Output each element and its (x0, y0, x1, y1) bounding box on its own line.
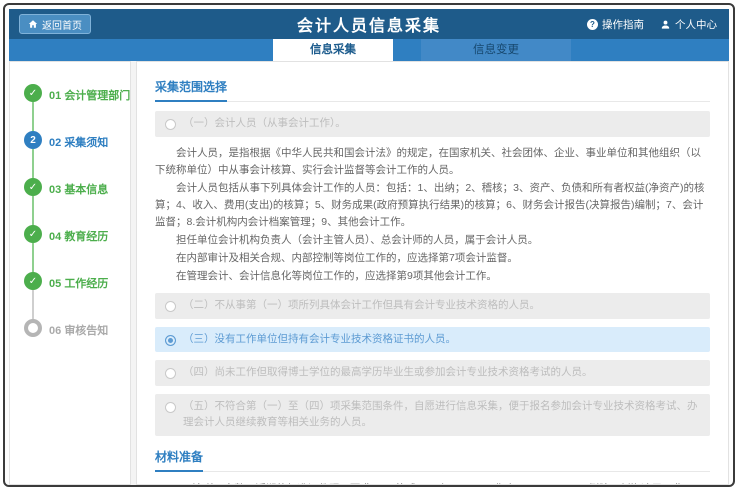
scope-section-title: 采集范围选择 (155, 78, 710, 102)
scope-option-2-label: （二）不从事第（一）项所列具体会计工作但具有会计专业技术资格的人员。 (183, 298, 540, 314)
step-list: ✓ 01 会计管理部门 2 02 采集须知 ✓ 03 基本信息 ✓ 04 教育经… (10, 62, 130, 366)
check-icon: ✓ (24, 178, 42, 196)
materials-section-title: 材料准备 (155, 448, 710, 472)
step-label: 审核告知 (64, 325, 108, 337)
radio-icon (165, 301, 176, 312)
scope-option-4-label: （四）尚未工作但取得博士学位的最高学历毕业生或参加会计专业技术资格考试的人员。 (183, 365, 593, 381)
step-number: 06 (49, 325, 61, 337)
home-button-label: 返回首页 (42, 17, 82, 32)
scope-option-5[interactable]: （五）不符合第（一）至（四）项采集范围条件，自愿进行信息采集，便于报名参加会计专… (155, 394, 710, 436)
step-label: 教育经历 (64, 231, 108, 243)
step-number-badge: 2 (24, 131, 42, 149)
step-number: 04 (49, 231, 61, 243)
step-label: 采集须知 (64, 137, 108, 149)
top-right-links: 操作指南 个人中心 (587, 17, 729, 32)
step-label: 基本信息 (64, 184, 108, 196)
step-number: 01 (49, 90, 61, 102)
personal-center-label: 个人中心 (675, 17, 717, 32)
scope-option-5-label: （五）不符合第（一）至（四）项采集范围条件，自愿进行信息采集，便于报名参加会计专… (183, 399, 700, 431)
home-button[interactable]: 返回首页 (19, 14, 91, 34)
step-number: 05 (49, 278, 61, 290)
radio-icon (165, 402, 176, 413)
radio-icon (165, 119, 176, 130)
scope-option-1[interactable]: （一）会计人员（从事会计工作）。 (155, 111, 710, 137)
radio-selected-icon (165, 335, 176, 346)
scope-paragraph: 会计人员，是指根据《中华人民共和国会计法》的规定，在国家机关、社会团体、企业、事… (155, 145, 710, 179)
content-area: ✓ 01 会计管理部门 2 02 采集须知 ✓ 03 基本信息 ✓ 04 教育经… (9, 61, 729, 485)
guide-link[interactable]: 操作指南 (587, 17, 644, 32)
tab-info-change[interactable]: 信息变更 (421, 39, 571, 61)
home-icon (28, 19, 38, 29)
pending-circle-icon (24, 319, 42, 337)
tab-info-collection[interactable]: 信息采集 (273, 39, 393, 61)
steps-sidebar: ✓ 01 会计管理部门 2 02 采集须知 ✓ 03 基本信息 ✓ 04 教育经… (9, 61, 131, 485)
tab-bar: 信息采集 信息变更 (9, 39, 729, 61)
step-label: 会计管理部门 (64, 90, 130, 102)
guide-link-label: 操作指南 (602, 17, 644, 32)
top-bar: 返回首页 会计人员信息采集 操作指南 个人中心 (9, 9, 729, 39)
sidebar-step-review-notice[interactable]: 06 审核告知 (24, 319, 130, 366)
user-icon (660, 19, 671, 30)
scope-paragraph: 会计人员包括从事下列具体会计工作的人员：包括：1、出纳；2、稽核；3、资产、负债… (155, 180, 710, 231)
radio-icon (165, 368, 176, 379)
sidebar-step-basic-info[interactable]: ✓ 03 基本信息 (24, 178, 130, 225)
scope-option-2[interactable]: （二）不从事第（一）项所列具体会计工作但具有会计专业技术资格的人员。 (155, 293, 710, 319)
app-window: 返回首页 会计人员信息采集 操作指南 个人中心 信息采集 信息变更 (3, 3, 735, 487)
scope-option-3-label: （三）没有工作单位但持有会计专业技术资格证书的人员。 (183, 332, 456, 348)
scope-paragraph: 在管理会计、会计信息化等岗位工作的，应选择第9项其他会计工作。 (155, 268, 710, 285)
question-icon (587, 19, 598, 30)
check-icon: ✓ (24, 84, 42, 102)
step-label: 工作经历 (64, 278, 108, 290)
sidebar-step-collection-notice[interactable]: 2 02 采集须知 (24, 131, 130, 178)
step-number: 03 (49, 184, 61, 196)
sidebar-step-work-history[interactable]: ✓ 05 工作经历 (24, 272, 130, 319)
scope-option-4[interactable]: （四）尚未工作但取得博士学位的最高学历毕业生或参加会计专业技术资格考试的人员。 (155, 360, 710, 386)
check-icon: ✓ (24, 225, 42, 243)
scope-paragraph: 在内部审计及相关合规、内部控制等岗位工作的，应选择第7项会计监督。 (155, 250, 710, 267)
scope-option-3[interactable]: （三）没有工作单位但持有会计专业技术资格证书的人员。 (155, 327, 710, 353)
main-panel: 采集范围选择 （一）会计人员（从事会计工作）。 会计人员，是指根据《中华人民共和… (136, 61, 729, 485)
scope-option-1-label: （一）会计人员（从事会计工作）。 (183, 116, 346, 132)
material-item: 1、清晰、完整、近期的标准证件照，要求：jpg格式，不小于10KB，像素>=29… (155, 481, 710, 486)
step-number: 02 (49, 137, 61, 149)
scope-paragraph: 担任单位会计机构负责人（会计主管人员）、总会计师的人员，属于会计人员。 (155, 232, 710, 249)
personal-center-link[interactable]: 个人中心 (660, 17, 717, 32)
check-icon: ✓ (24, 272, 42, 290)
sidebar-step-accounting-dept[interactable]: ✓ 01 会计管理部门 (24, 84, 130, 131)
sidebar-step-education-history[interactable]: ✓ 04 教育经历 (24, 225, 130, 272)
